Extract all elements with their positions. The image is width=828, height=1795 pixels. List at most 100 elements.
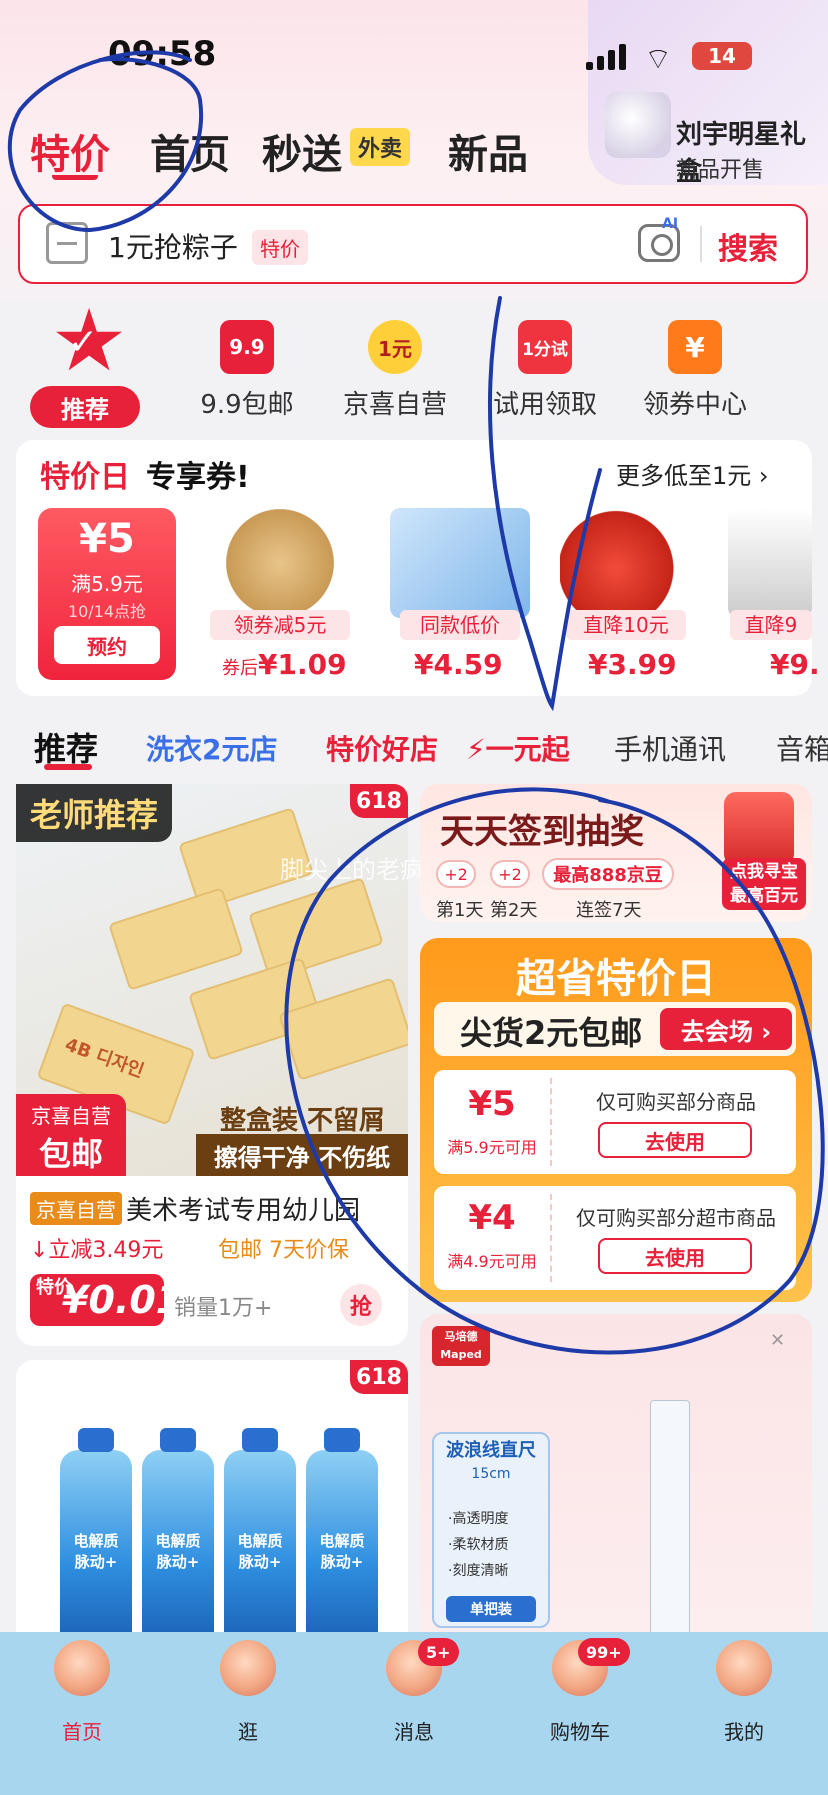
super-day-title: 超省特价日 [516,956,716,1002]
ruler-image [650,1400,690,1640]
max-beans-pill: 最高888京豆 [542,858,674,890]
category-label: 京喜自营 [342,390,447,420]
drink-bottle-image: 电解质 脉动+ [60,1428,132,1640]
ruler-feature: ·柔软材质 [448,1537,509,1553]
feed-tab-laundry[interactable]: 洗衣2元店 [146,728,277,768]
teacher-recommend-tag: 老师推荐 [16,784,173,842]
search-button[interactable]: 搜索 [718,224,778,268]
feed-tab-speakers[interactable]: 音箱 [776,728,828,768]
ruler-title: 波浪线直尺 [446,1440,536,1461]
category-trial[interactable]: 1分试 试用领取 [480,320,610,421]
voucher-condition: 满5.9元可用 [447,1138,537,1157]
nav-label: 购物车 [550,1720,610,1744]
reserve-button[interactable]: 预约 [54,626,160,664]
category-coupon-center[interactable]: ¥ 领券中心 [630,320,760,421]
socks-image[interactable] [728,508,812,618]
ruler-size: 15cm [471,1466,511,1482]
product-price: ¥9. [770,648,820,681]
category-recommend[interactable]: 推荐 [30,386,140,428]
tomato-image[interactable] [560,508,700,618]
day1-label: 第1天 [436,900,484,921]
more-low-price-link[interactable]: 更多低至1元 › [616,456,769,491]
voucher-condition: 满4.9元可用 [447,1252,537,1271]
nav-label: 逛 [238,1720,258,1744]
coupon-icon: ¥ [668,320,722,374]
treasure-hunt-button[interactable]: 点我寻宝 最高百元 [722,858,806,910]
tab-home[interactable]: 首页 [150,122,230,180]
nav-label: 消息 [394,1720,434,1744]
go-venue-button[interactable]: 去会场 › [660,1008,792,1050]
day2-reward: +2 [490,860,530,888]
product-tag: 领券减5元 [210,610,350,640]
day7-label: 连签7天 [576,900,642,921]
voucher-description: 仅可购买部分超市商品 [576,1206,776,1230]
treasure-chest-image [724,792,794,866]
voucher-amount: ¥4 [468,1198,516,1238]
tag-618: 618 [350,784,408,818]
drink-bottle-image: 电解质 脉动+ [224,1428,296,1640]
product-price: ¥3.99 [588,648,677,681]
product-tag: 直降9 [730,610,812,640]
day1-reward: +2 [436,860,476,888]
product-title[interactable]: 美术考试专用幼儿园 [126,1190,360,1227]
search-input[interactable]: 1元抢粽子 [108,226,238,266]
product-tag: 直降10元 [566,610,686,640]
drink-bottle-image: 电解质 脉动+ [142,1428,214,1640]
lightning-icon: ⚡ [466,733,486,766]
coupon-day-title: 特价日 [40,460,130,495]
coupon-day-subtitle: 专享券! [146,460,250,495]
category-9-9-free-shipping[interactable]: 9.9 9.9包邮 [182,320,312,421]
feed-tab-one-yuan[interactable]: ⚡一元起 [466,728,570,768]
voucher-divider [550,1078,552,1166]
product-price: ¥4.59 [414,648,503,681]
use-voucher-button[interactable]: 去使用 [598,1238,752,1274]
feed-tab-phones[interactable]: 手机通讯 [614,728,726,768]
ginger-image[interactable] [210,508,350,618]
nav-browse[interactable]: 逛 [188,1632,308,1745]
wifi-icon: ⌔ [644,42,673,77]
nav-label: 首页 [62,1720,102,1744]
pig-mascot-icon [220,1640,276,1696]
battery-icon: 14 [692,42,752,70]
tab-active-indicator [52,172,98,180]
feed-tab-good-shops[interactable]: 特价好店 [326,728,438,768]
promo-subtitle: 新品开售 [676,158,765,183]
use-voucher-button[interactable]: 去使用 [598,1122,752,1158]
nav-profile[interactable]: 我的 [684,1632,804,1745]
wipes-image[interactable] [390,508,530,618]
close-icon[interactable]: ✕ [770,1330,785,1351]
voucher-divider [550,1194,552,1282]
category-label: 试用领取 [492,390,597,420]
messages-badge: 5+ [418,1638,459,1666]
product-price: 券后¥1.09 [222,648,347,681]
product-tag: 同款低价 [400,610,520,640]
pig-mascot-icon [716,1640,772,1696]
voucher-description: 仅可购买部分商品 [596,1090,756,1114]
tab-instant-delivery[interactable]: 秒送 [262,122,342,180]
eraser-label: 4B 디자인 [62,1034,147,1083]
coupon-amount: ¥5 [79,516,135,562]
nav-label: 我的 [724,1720,764,1744]
search-tag: 特价 [252,230,308,265]
waimai-badge: 外卖 [350,128,411,166]
shipping-text: 包邮 7天价保 [218,1238,349,1263]
pig-mascot-icon [54,1640,110,1696]
status-time: 09:58 [108,34,217,74]
self-operated-tag: 京喜自营 [30,1192,122,1225]
sign-in-title: 天天签到抽奖 [440,812,644,852]
voucher-amount: ¥5 [468,1084,516,1124]
category-label: 9.9包邮 [200,390,294,420]
tab-new-products[interactable]: 新品 [448,122,528,180]
search-divider [700,226,702,262]
self-operated-badge: 京喜自营 包邮 [16,1094,126,1176]
category-jingxi-self[interactable]: 1元 京喜自营 [330,320,460,421]
tag-618: 618 [350,1360,408,1394]
grab-button[interactable]: 抢 [340,1284,382,1326]
ruler-feature: ·刻度清晰 [448,1563,509,1579]
coupon-condition: 满5.9元 [71,572,143,596]
category-label: 领券中心 [642,390,747,420]
single-pack-label: 单把装 [446,1596,536,1622]
nav-home[interactable]: 首页 [22,1632,142,1745]
scan-icon[interactable] [46,222,88,264]
ruler-feature: ·高透明度 [448,1511,509,1527]
